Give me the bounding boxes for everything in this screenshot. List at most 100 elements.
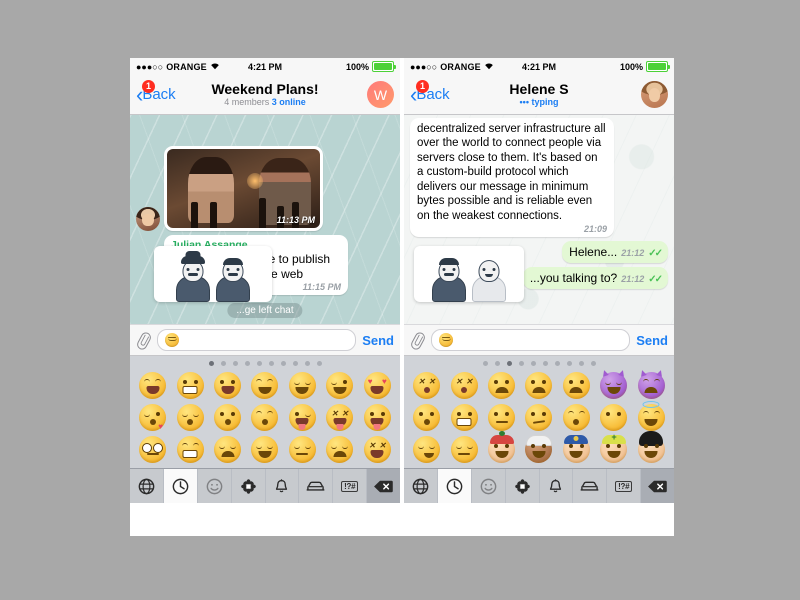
- emoji-face-blowing-a-kiss[interactable]: ♥: [139, 404, 167, 431]
- emoji-anguished-face[interactable]: [562, 372, 590, 399]
- flower-nature-icon[interactable]: [505, 469, 540, 503]
- emoji-relieved-face[interactable]: [288, 372, 316, 399]
- emoji-kissing-face-closed-eyes[interactable]: [176, 404, 204, 431]
- emoji-expressionless-face[interactable]: [450, 436, 478, 463]
- emoji-face-with-tongue[interactable]: [363, 404, 391, 431]
- emoji-frowning-face-open-eyes[interactable]: [488, 372, 516, 399]
- emoji-confounded-face[interactable]: ✕ ✕: [363, 436, 391, 463]
- read-receipt-icon: ✓✓: [648, 274, 663, 286]
- emoji-confused-face[interactable]: [525, 404, 553, 431]
- message-input-field[interactable]: [157, 329, 357, 351]
- message-row-photo[interactable]: 11:13 PM: [136, 146, 394, 231]
- message-timestamp: 21:12: [621, 248, 645, 259]
- smiley-icon[interactable]: [197, 469, 232, 503]
- read-receipt-icon: ✓✓: [648, 248, 663, 260]
- emoji-unamused-face[interactable]: [288, 436, 316, 463]
- emoji-pensive-face[interactable]: [214, 436, 242, 463]
- symbols-icon[interactable]: !?#: [607, 469, 642, 503]
- symbols-label: !?#: [341, 480, 359, 492]
- battery-percent: 100%: [345, 61, 369, 72]
- dual-phone-screenshot: ●●●○○ ORANGE 4:21 PM 100% 1 ‹ Back Weeke…: [130, 58, 674, 536]
- car-icon[interactable]: [299, 469, 334, 503]
- smiley-icon[interactable]: [471, 469, 506, 503]
- nav-bar-right: 1 ‹ Back Helene S ••• typing: [404, 75, 674, 115]
- backspace-icon[interactable]: [641, 469, 674, 503]
- chat-area-left[interactable]: 11:13 PM Julian Assange Sorry guys, I'll…: [130, 115, 400, 324]
- chat-area-right[interactable]: decentralized server infrastructure all …: [404, 115, 674, 324]
- photo-message[interactable]: 11:13 PM: [164, 146, 323, 231]
- emoji-keyboard-left: ♥ ♥ ♥ ✕ ✕ ✕ ✕ !?#: [130, 356, 400, 503]
- emoji-smiling-face-open-mouth[interactable]: [214, 372, 242, 399]
- battery-percent: 100%: [619, 61, 643, 72]
- backspace-icon[interactable]: [367, 469, 400, 503]
- emoji-smiling-face-with-halo[interactable]: [637, 401, 665, 431]
- emoji-smiling-face-with-horns[interactable]: [600, 369, 628, 399]
- emoji-smiling-face-smiling-eyes[interactable]: [251, 372, 279, 399]
- emoji-kissing-smiling-eyes[interactable]: [251, 404, 279, 431]
- symbols-icon[interactable]: !?#: [333, 469, 368, 503]
- emoji-grimacing-face-2[interactable]: [450, 404, 478, 431]
- message-row-incoming[interactable]: decentralized server infrastructure all …: [410, 118, 668, 238]
- smirking-face-icon[interactable]: [439, 333, 453, 347]
- nav-bar-left: 1 ‹ Back Weekend Plans! 4 members 3 onli…: [130, 75, 400, 115]
- globe-icon[interactable]: [404, 469, 438, 503]
- emoji-hushed-face[interactable]: [413, 404, 441, 431]
- emoji-neutral-face[interactable]: [488, 404, 516, 431]
- emoji-man-with-turban[interactable]: [525, 435, 553, 463]
- back-button-right[interactable]: 1 ‹ Back: [410, 79, 450, 106]
- globe-icon[interactable]: [130, 469, 164, 503]
- emoji-astonished-face[interactable]: [562, 404, 590, 431]
- emoji-squinting-face-tongue[interactable]: ✕ ✕: [326, 404, 354, 431]
- emoji-slightly-frowning-face[interactable]: [525, 372, 553, 399]
- emoji-kissing-face[interactable]: [214, 404, 242, 431]
- incoming-bubble[interactable]: decentralized server infrastructure all …: [410, 118, 614, 238]
- emoji-grid-right[interactable]: ✕ ✕ ✕ ✕: [404, 369, 674, 468]
- paperclip-icon[interactable]: [136, 331, 151, 350]
- emoji-winking-face-tongue[interactable]: [288, 404, 316, 431]
- emoji-smirking-face[interactable]: [413, 436, 441, 463]
- back-button-left[interactable]: 1 ‹ Back: [136, 79, 176, 106]
- emoji-grinning-squinting-face[interactable]: [139, 372, 167, 399]
- emoji-grinning-face[interactable]: [176, 372, 204, 399]
- bell-icon[interactable]: [539, 469, 574, 503]
- emoji-dizzy-face-2[interactable]: ✕ ✕: [450, 372, 478, 399]
- freud-gandhi-sticker[interactable]: [414, 246, 524, 302]
- flower-nature-icon[interactable]: [231, 469, 266, 503]
- carrier-label: ORANGE: [166, 61, 207, 72]
- message-text: Helene...: [569, 245, 618, 260]
- clock-recent-icon[interactable]: [163, 469, 198, 503]
- emoji-disappointed-face[interactable]: [326, 436, 354, 463]
- relieved-face-icon[interactable]: [165, 333, 179, 347]
- send-button[interactable]: Send: [362, 333, 394, 348]
- unread-badge: 1: [416, 79, 429, 93]
- message-text: ...you talking to?: [529, 271, 618, 286]
- contact-avatar[interactable]: [641, 81, 668, 108]
- right-phone-panel: ●●●○○ ORANGE 4:21 PM 100% 1 ‹ Back Helen…: [404, 58, 674, 536]
- send-button[interactable]: Send: [636, 333, 668, 348]
- emoji-relieved-face-2[interactable]: [251, 436, 279, 463]
- emoji-guardsman[interactable]: [637, 431, 665, 463]
- emoji-dizzy-face[interactable]: ✕ ✕: [413, 372, 441, 399]
- emoji-no-mouth-face[interactable]: [600, 404, 628, 431]
- emoji-construction-worker[interactable]: [600, 435, 628, 463]
- message-input-field[interactable]: [431, 329, 631, 351]
- emoji-flushed-face[interactable]: [139, 436, 167, 463]
- emoji-man-with-gua-pi-mao[interactable]: [488, 435, 516, 463]
- emoji-police-officer[interactable]: [562, 435, 590, 463]
- chaplin-tesla-sticker[interactable]: [154, 246, 272, 302]
- outgoing-bubble[interactable]: Helene... 21:12 ✓✓: [562, 241, 668, 264]
- car-icon[interactable]: [573, 469, 608, 503]
- group-avatar[interactable]: W: [367, 81, 394, 108]
- outgoing-bubble[interactable]: ...you talking to? 21:12 ✓✓: [522, 267, 668, 289]
- paperclip-icon[interactable]: [410, 331, 425, 350]
- keyboard-pager-left[interactable]: [130, 356, 400, 370]
- emoji-angry-face-with-horns[interactable]: [637, 369, 665, 399]
- emoji-heart-eyes-face[interactable]: ♥ ♥: [363, 372, 391, 399]
- bell-icon[interactable]: [265, 469, 300, 503]
- emoji-grid-left[interactable]: ♥ ♥ ♥ ✕ ✕ ✕ ✕: [130, 370, 400, 468]
- emoji-winking-face[interactable]: [326, 372, 354, 399]
- clock-recent-icon[interactable]: [437, 469, 472, 503]
- keyboard-pager-right[interactable]: [404, 356, 674, 370]
- emoji-grimacing-face[interactable]: [176, 436, 204, 463]
- emoji-keyboard-right: ✕ ✕ ✕ ✕ + !?#: [404, 356, 674, 503]
